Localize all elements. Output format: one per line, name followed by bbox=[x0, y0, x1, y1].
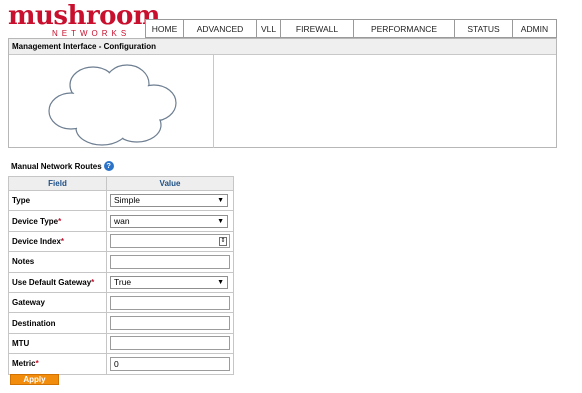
metric-label-cell: Metric* bbox=[8, 353, 107, 375]
device-type-label: Device Type bbox=[12, 216, 59, 226]
nav-status[interactable]: STATUS bbox=[455, 20, 513, 37]
table-row: MTU bbox=[8, 332, 234, 355]
routes-table: Field Value Type Simple ▼ Device Type* w… bbox=[8, 176, 234, 375]
metric-input[interactable]: 0 bbox=[110, 356, 230, 371]
dropdown-arrow-icon: ▼ bbox=[217, 217, 224, 225]
device-index-label-cell: Device Index* bbox=[8, 230, 107, 253]
table-row: Gateway bbox=[8, 291, 234, 314]
cloud-icon bbox=[48, 64, 177, 146]
main-nav: HOME ADVANCED VLL FIREWALL PERFORMANCE S… bbox=[145, 19, 557, 38]
config-panel: Management Interface - Configuration bbox=[8, 38, 557, 148]
logo-wordmark: mushroom bbox=[8, 1, 160, 31]
mtu-input[interactable] bbox=[110, 336, 230, 351]
nav-vll[interactable]: VLL bbox=[257, 20, 281, 37]
type-value: Simple bbox=[114, 195, 140, 206]
type-label: Type bbox=[8, 189, 107, 212]
mtu-label: MTU bbox=[8, 332, 107, 355]
required-marker: * bbox=[58, 216, 62, 226]
device-index-label: Device Index bbox=[12, 236, 61, 246]
table-row: Notes bbox=[8, 251, 234, 273]
dropdown-arrow-icon: ▼ bbox=[217, 278, 224, 286]
help-icon[interactable]: ? bbox=[103, 161, 114, 171]
spinner-icon[interactable]: ⇕ bbox=[219, 237, 227, 247]
default-gateway-value: True bbox=[114, 276, 132, 287]
table-row: Metric* 0 bbox=[8, 353, 234, 375]
type-select[interactable]: Simple ▼ bbox=[110, 194, 228, 208]
nav-admin[interactable]: ADMIN bbox=[513, 20, 556, 37]
routes-title: Manual Network Routes bbox=[11, 161, 102, 171]
required-marker: * bbox=[35, 359, 39, 369]
notes-input[interactable] bbox=[110, 254, 230, 269]
default-gateway-label: Use Default Gateway bbox=[12, 277, 92, 287]
routes-section-title: Manual Network Routes ? bbox=[11, 161, 114, 171]
apply-button[interactable]: Apply bbox=[10, 374, 59, 385]
nav-advanced[interactable]: ADVANCED bbox=[184, 20, 257, 37]
nav-performance[interactable]: PERFORMANCE bbox=[354, 20, 455, 37]
gateway-label: Gateway bbox=[8, 291, 107, 314]
notes-label: Notes bbox=[8, 251, 107, 273]
table-row: Device Type* wan ▼ bbox=[8, 210, 234, 232]
device-type-value: wan bbox=[114, 215, 130, 226]
required-marker: * bbox=[91, 277, 95, 287]
panel-divider bbox=[213, 55, 214, 148]
metric-label: Metric bbox=[12, 359, 36, 369]
panel-title: Management Interface - Configuration bbox=[9, 39, 556, 55]
dropdown-arrow-icon: ▼ bbox=[217, 197, 224, 205]
destination-input[interactable] bbox=[110, 316, 230, 331]
destination-label: Destination bbox=[8, 312, 107, 334]
default-gateway-select[interactable]: True ▼ bbox=[110, 275, 228, 289]
table-row: Type Simple ▼ bbox=[8, 189, 234, 212]
nav-home[interactable]: HOME bbox=[146, 20, 184, 37]
panel-body bbox=[9, 55, 556, 148]
nav-firewall[interactable]: FIREWALL bbox=[281, 20, 354, 37]
device-index-input[interactable]: ⇕ bbox=[110, 234, 230, 249]
table-row: Device Index* ⇕ bbox=[8, 230, 234, 253]
gateway-input[interactable] bbox=[110, 295, 230, 310]
default-gateway-label-cell: Use Default Gateway* bbox=[8, 271, 107, 293]
header-value: Value bbox=[106, 176, 234, 191]
logo[interactable]: mushroom NETWORKS bbox=[8, 2, 160, 39]
table-row: Destination bbox=[8, 312, 234, 334]
header-field: Field bbox=[8, 176, 107, 191]
table-row: Use Default Gateway* True ▼ bbox=[8, 271, 234, 293]
device-type-label-cell: Device Type* bbox=[8, 210, 107, 232]
device-type-select[interactable]: wan ▼ bbox=[110, 214, 228, 228]
required-marker: * bbox=[60, 236, 65, 246]
table-header-row: Field Value bbox=[8, 176, 234, 191]
